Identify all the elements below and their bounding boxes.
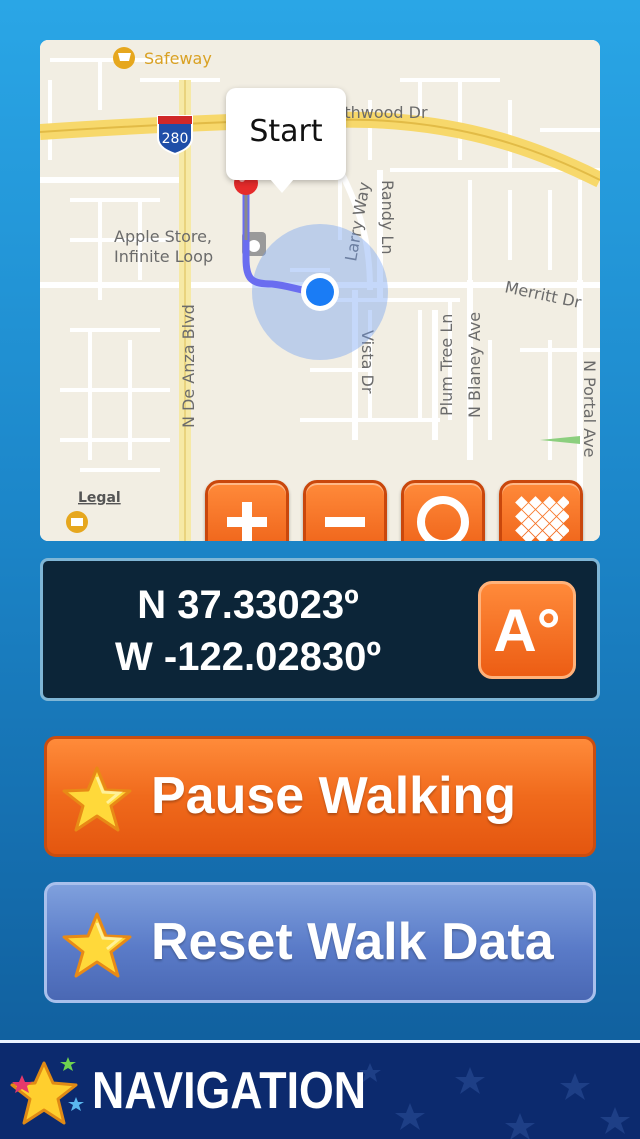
plum-tree-label: Plum Tree Ln	[437, 314, 456, 416]
pause-walking-button[interactable]: Pause Walking	[44, 736, 596, 857]
circle-icon	[417, 496, 469, 541]
apple-store-label-2: Infinite Loop	[114, 247, 213, 266]
coordinates-panel: N 37.33023º W -122.02830º A°	[40, 558, 600, 701]
navigation-title: NAVIGATION	[92, 1062, 367, 1120]
map-type-button[interactable]	[499, 480, 583, 541]
coordinate-format-button[interactable]: A°	[478, 581, 576, 679]
store-icon	[66, 511, 88, 533]
callout-tail	[270, 179, 294, 193]
interstate-shield-icon: 280	[157, 115, 193, 156]
cart-icon	[113, 47, 135, 69]
randy-ln-label: Randy Ln	[378, 180, 397, 254]
center-location-button[interactable]	[401, 480, 485, 541]
reset-walk-data-button[interactable]: Reset Walk Data	[44, 882, 596, 1003]
blaney-label: N Blaney Ave	[465, 312, 484, 418]
minus-icon	[325, 517, 365, 527]
navigation-bar[interactable]: NAVIGATION	[0, 1040, 640, 1139]
map-view[interactable]: 280 Safeway Northwood Dr Apple Store, In…	[40, 40, 600, 541]
safeway-label: Safeway	[144, 49, 212, 68]
plus-icon	[227, 502, 267, 541]
zoom-in-button[interactable]	[205, 480, 289, 541]
grid-icon	[515, 496, 569, 541]
portal-label: N Portal Ave	[580, 360, 599, 457]
zoom-out-button[interactable]	[303, 480, 387, 541]
apple-store-label-1: Apple Store,	[114, 227, 212, 246]
reset-walk-data-label: Reset Walk Data	[151, 913, 554, 971]
de-anza-label: N De Anza Blvd	[179, 304, 198, 428]
start-callout[interactable]: Start	[226, 88, 346, 180]
latitude-value: N 37.33023º	[137, 583, 359, 627]
user-location-icon	[301, 273, 339, 311]
star-icon	[62, 912, 132, 978]
nav-star-icon	[10, 1057, 84, 1125]
pause-walking-label: Pause Walking	[151, 767, 517, 825]
star-icon	[62, 766, 132, 832]
start-callout-label: Start	[249, 114, 323, 149]
legal-link[interactable]: Legal	[78, 490, 121, 506]
longitude-value: W -122.02830º	[115, 635, 381, 679]
interstate-label: 280	[162, 131, 189, 147]
